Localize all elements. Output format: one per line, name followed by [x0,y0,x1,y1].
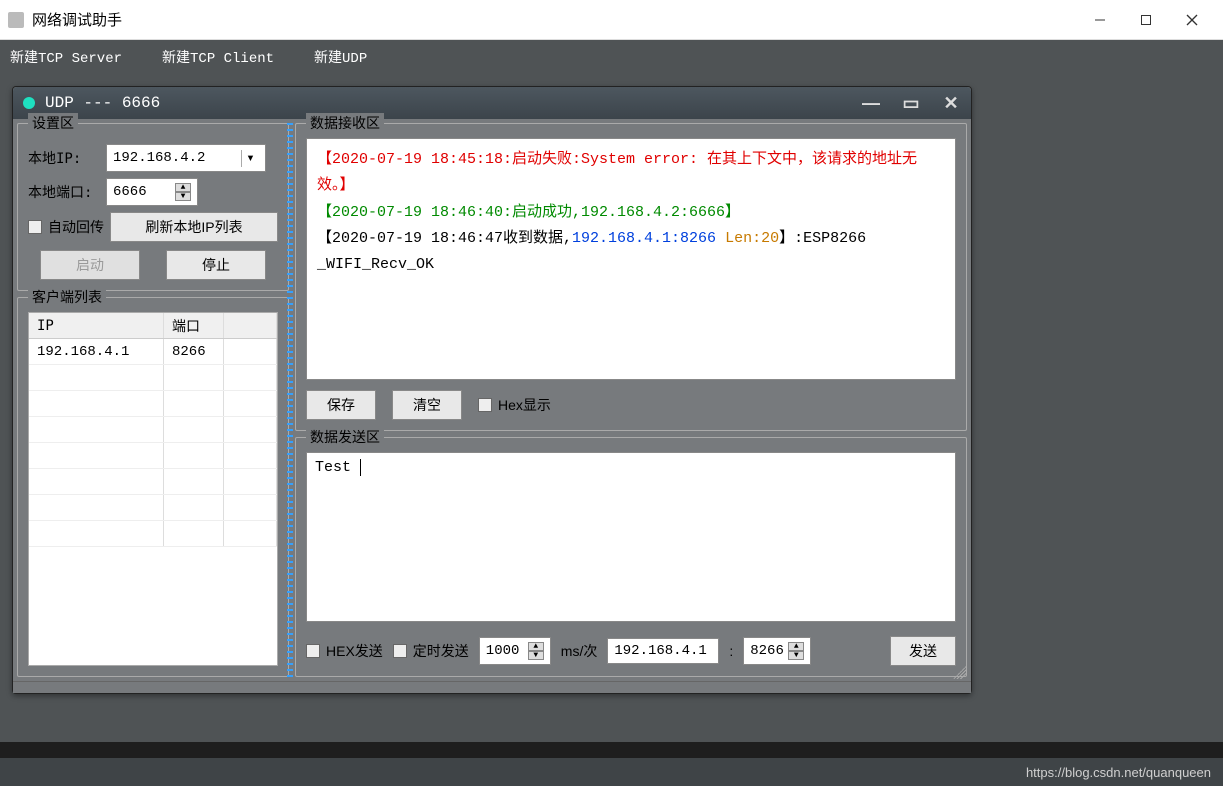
recv-line-payload: _WIFI_Recv_OK [317,252,945,278]
port-down-icon[interactable]: ▼ [175,192,191,201]
recv-line-success: 【2020-07-19 18:46:40:启动成功,192.168.4.2:66… [317,200,945,226]
receive-textarea[interactable]: 【2020-07-19 18:45:18:启动失败:System error: … [306,138,956,380]
target-port-down-icon[interactable]: ▼ [788,651,804,660]
app-icon [8,12,24,28]
client-table[interactable]: IP 端口 192.168.4.1 8266 . . . [28,312,278,666]
send-textarea[interactable]: Test [306,452,956,622]
receive-title: 数据接收区 [306,113,384,133]
local-ip-value: 192.168.4.2 [113,150,241,166]
child-minimize-button[interactable]: — [861,93,881,114]
hex-send-checkbox[interactable] [306,644,320,658]
table-row: . [29,443,277,469]
receive-group: 数据接收区 【2020-07-19 18:45:18:启动失败:System e… [295,123,967,431]
auto-reply-label: 自动回传 [48,217,104,237]
port-up-icon[interactable]: ▲ [175,183,191,192]
target-ip-input[interactable]: 192.168.4.1 [607,638,719,664]
settings-group: 设置区 本地IP: 192.168.4.2 ▾ 本地端口: 6666 [17,123,289,291]
interval-up-icon[interactable]: ▲ [528,642,544,651]
child-title-bar[interactable]: UDP --- 6666 — ▭ ✕ [13,87,971,119]
settings-title: 设置区 [28,113,78,133]
send-button[interactable]: 发送 [890,636,956,666]
local-ip-label: 本地IP: [28,148,100,168]
menu-new-tcp-server[interactable]: 新建TCP Server [10,47,122,67]
table-row: . [29,521,277,547]
clear-button[interactable]: 清空 [392,390,462,420]
timed-send-label: 定时发送 [413,641,469,661]
target-port-value: 8266 [750,643,784,659]
child-close-button[interactable]: ✕ [941,93,961,114]
local-port-label: 本地端口: [28,182,100,202]
connection-status-icon [23,97,35,109]
client-list-title: 客户端列表 [28,287,106,307]
resize-grip-icon[interactable] [953,665,967,679]
recv-line-data: 【2020-07-19 18:46:47收到数据,192.168.4.1:826… [317,226,945,252]
hex-display-checkbox[interactable] [478,398,492,412]
close-button[interactable] [1169,2,1215,38]
col-port-header[interactable]: 端口 [164,313,224,338]
window-title: 网络调试助手 [32,9,1077,30]
interval-unit-label: ms/次 [561,641,598,661]
auto-reply-checkbox[interactable] [28,220,42,234]
hex-send-label: HEX发送 [326,641,383,661]
window-title-bar: 网络调试助手 [0,0,1223,40]
menu-bar: 新建TCP Server 新建TCP Client 新建UDP [0,40,1223,74]
send-group: 数据发送区 Test HEX发送 定时发送 [295,437,967,677]
splitter-handle[interactable] [287,123,293,677]
target-port-spin[interactable]: 8266 ▲ ▼ [743,637,811,665]
mdi-area: UDP --- 6666 — ▭ ✕ 设置区 本地IP: [0,74,1223,742]
child-status-bar [13,681,971,693]
minimize-button[interactable] [1077,2,1123,38]
local-port-spin[interactable]: 6666 ▲ ▼ [106,178,198,206]
save-button[interactable]: 保存 [306,390,376,420]
udp-child-window: UDP --- 6666 — ▭ ✕ 设置区 本地IP: [12,86,972,694]
target-port-up-icon[interactable]: ▲ [788,642,804,651]
footer-bar: https://blog.csdn.net/quanqueen [0,758,1223,786]
client-list-group: 客户端列表 IP 端口 192.168.4.1 8266 [17,297,289,677]
interval-spin[interactable]: 1000 ▲ ▼ [479,637,551,665]
table-row: . [29,495,277,521]
child-title: UDP --- 6666 [45,94,861,112]
hex-display-label: Hex显示 [498,395,551,415]
client-ip-cell: 192.168.4.1 [29,339,164,364]
menu-new-tcp-client[interactable]: 新建TCP Client [162,47,274,67]
table-row: . [29,469,277,495]
port-separator: : [729,643,733,659]
table-row: . [29,391,277,417]
send-text-value: Test [315,459,351,476]
stop-button[interactable]: 停止 [166,250,266,280]
col-blank-header [224,313,277,338]
menu-new-udp[interactable]: 新建UDP [314,47,367,67]
col-ip-header[interactable]: IP [29,313,164,338]
maximize-button[interactable] [1123,2,1169,38]
interval-down-icon[interactable]: ▼ [528,651,544,660]
watermark-text: https://blog.csdn.net/quanqueen [1026,765,1211,780]
start-button[interactable]: 启动 [40,250,140,280]
refresh-ip-button[interactable]: 刷新本地IP列表 [110,212,278,242]
client-port-cell: 8266 [164,339,224,364]
interval-value: 1000 [486,643,524,659]
local-port-value: 6666 [113,184,171,200]
chevron-down-icon[interactable]: ▾ [241,150,259,167]
local-ip-combo[interactable]: 192.168.4.2 ▾ [106,144,266,172]
send-title: 数据发送区 [306,427,384,447]
timed-send-checkbox[interactable] [393,644,407,658]
table-row: . [29,417,277,443]
table-row[interactable]: 192.168.4.1 8266 [29,339,277,365]
recv-line-error: 【2020-07-19 18:45:18:启动失败:System error: … [317,147,945,200]
child-maximize-button[interactable]: ▭ [901,93,921,114]
outer-dark-strip [0,742,1223,758]
table-row: . [29,365,277,391]
